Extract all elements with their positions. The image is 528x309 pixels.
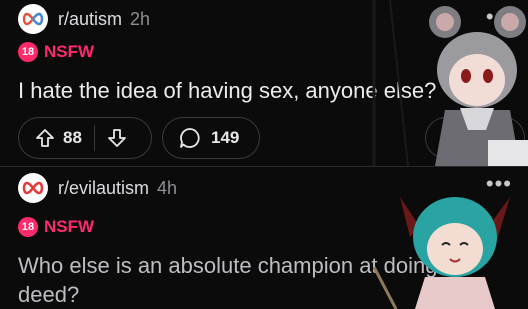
post-title[interactable]: I hate the idea of having sex, anyone el… [18, 76, 508, 105]
subreddit-avatar[interactable] [18, 4, 48, 34]
nsfw-badge: 18 [18, 217, 38, 237]
post-age: 4h [157, 177, 178, 198]
infinity-icon [22, 12, 44, 26]
vote-bar: 88 [18, 117, 152, 159]
comment-icon [180, 128, 200, 148]
vote-divider [93, 125, 95, 151]
post-age: 2h [130, 8, 151, 29]
more-options-button[interactable]: ••• [486, 4, 512, 30]
share-button[interactable]: 23 [425, 117, 525, 159]
downvote-icon[interactable] [107, 128, 127, 148]
nsfw-badge: 18 [18, 42, 38, 62]
subreddit-name[interactable]: r/evilautism [58, 178, 149, 199]
post-header: r/autism 2h [18, 4, 150, 34]
nsfw-label: NSFW [44, 42, 95, 61]
nsfw-tag: 18 NSFW [18, 42, 94, 62]
nsfw-label: NSFW [44, 217, 95, 236]
share-count: 23 [472, 128, 491, 147]
comments-button[interactable]: 149 [162, 117, 260, 159]
nsfw-tag: 18 NSFW [18, 217, 94, 237]
post-title[interactable]: Who else is an absolute champion at doin… [18, 251, 508, 309]
comment-count: 149 [211, 128, 240, 147]
more-options-button[interactable]: ••• [486, 171, 512, 197]
infinity-icon [22, 181, 44, 195]
subreddit-avatar[interactable] [18, 173, 48, 203]
post-header: r/evilautism 4h [18, 173, 177, 203]
subreddit-name[interactable]: r/autism [58, 9, 122, 30]
upvote-count: 88 [63, 128, 82, 147]
post-card[interactable]: r/evilautism 4h ••• 18 NSFW Who else is … [0, 167, 528, 309]
upvote-icon[interactable] [35, 128, 55, 148]
post-card[interactable]: r/autism 2h ••• 18 NSFW I hate the idea … [0, 0, 528, 166]
share-icon [443, 129, 463, 147]
